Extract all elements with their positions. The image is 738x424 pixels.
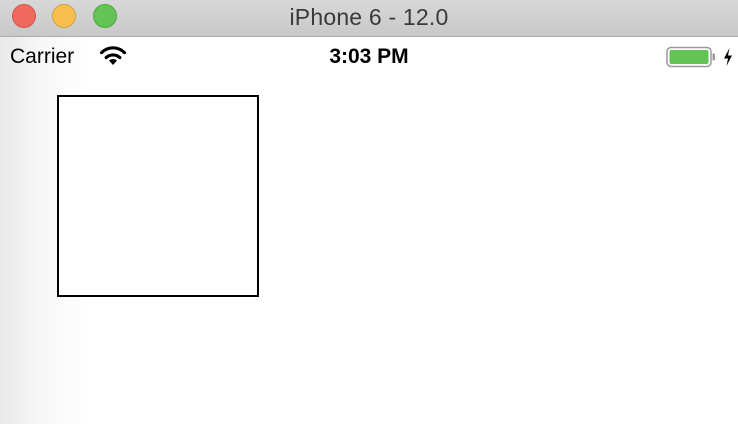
window-title: iPhone 6 - 12.0 bbox=[289, 4, 449, 30]
charging-bolt-icon bbox=[724, 48, 732, 66]
battery-icon bbox=[666, 46, 715, 68]
device-screen[interactable]: Carrier 3:03 PM bbox=[0, 37, 738, 424]
status-time: 3:03 PM bbox=[329, 45, 409, 68]
status-bar: Carrier 3:03 PM bbox=[0, 37, 738, 75]
square-view bbox=[57, 95, 259, 297]
title-bar[interactable]: iPhone 6 - 12.0 bbox=[0, 0, 738, 37]
simulator-window: iPhone 6 - 12.0 Carrier 3:03 PM bbox=[0, 0, 738, 424]
